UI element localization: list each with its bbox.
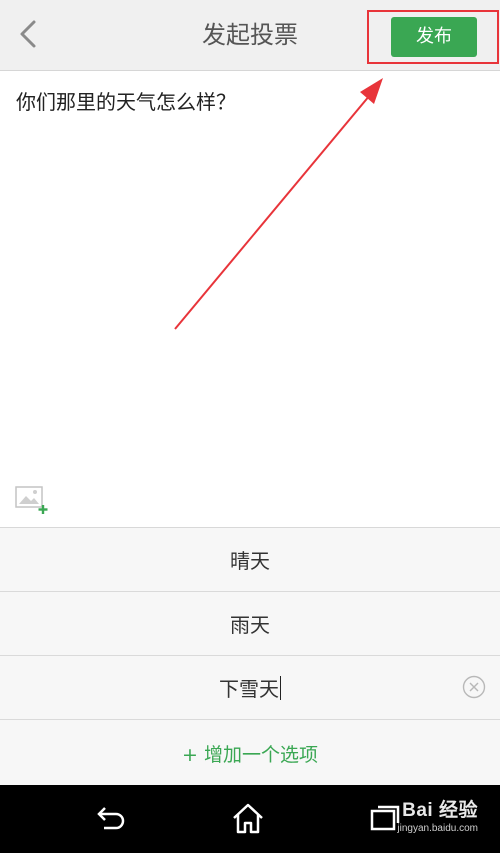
option-label: 晴天 (230, 549, 270, 573)
android-home-icon (233, 803, 263, 834)
annotation-highlight-box: 发布 (367, 10, 499, 64)
add-image-button[interactable] (15, 485, 51, 515)
nav-back-button[interactable] (90, 799, 130, 839)
system-navigation-bar: Bai 经验 jingyan.baidu.com (0, 785, 500, 853)
text-cursor (280, 675, 281, 700)
baidu-jingyan-watermark: Bai 经验 jingyan.baidu.com (397, 795, 478, 834)
image-add-icon (15, 486, 48, 514)
clear-circle-icon (462, 675, 486, 699)
vote-question-text[interactable]: 你们那里的天气怎么样？ (16, 86, 486, 115)
publish-button[interactable]: 发布 (391, 17, 477, 57)
vote-options-list: 晴天 雨天 下雪天 + 增加一个选项 (0, 527, 500, 786)
option-input-3[interactable]: 下雪天 (0, 656, 500, 720)
clear-option-button[interactable] (462, 675, 486, 699)
option-input-1[interactable]: 晴天 (0, 528, 500, 592)
watermark-brand: Bai 经验 (402, 800, 478, 821)
watermark-url: jingyan.baidu.com (397, 823, 478, 834)
option-label: 雨天 (230, 613, 270, 637)
add-option-button[interactable]: + 增加一个选项 (0, 720, 500, 786)
option-label: 下雪天 (219, 677, 279, 701)
nav-home-button[interactable] (228, 799, 268, 839)
app-header: 发起投票 发布 (0, 0, 500, 71)
android-back-icon (97, 807, 125, 830)
option-input-2[interactable]: 雨天 (0, 592, 500, 656)
